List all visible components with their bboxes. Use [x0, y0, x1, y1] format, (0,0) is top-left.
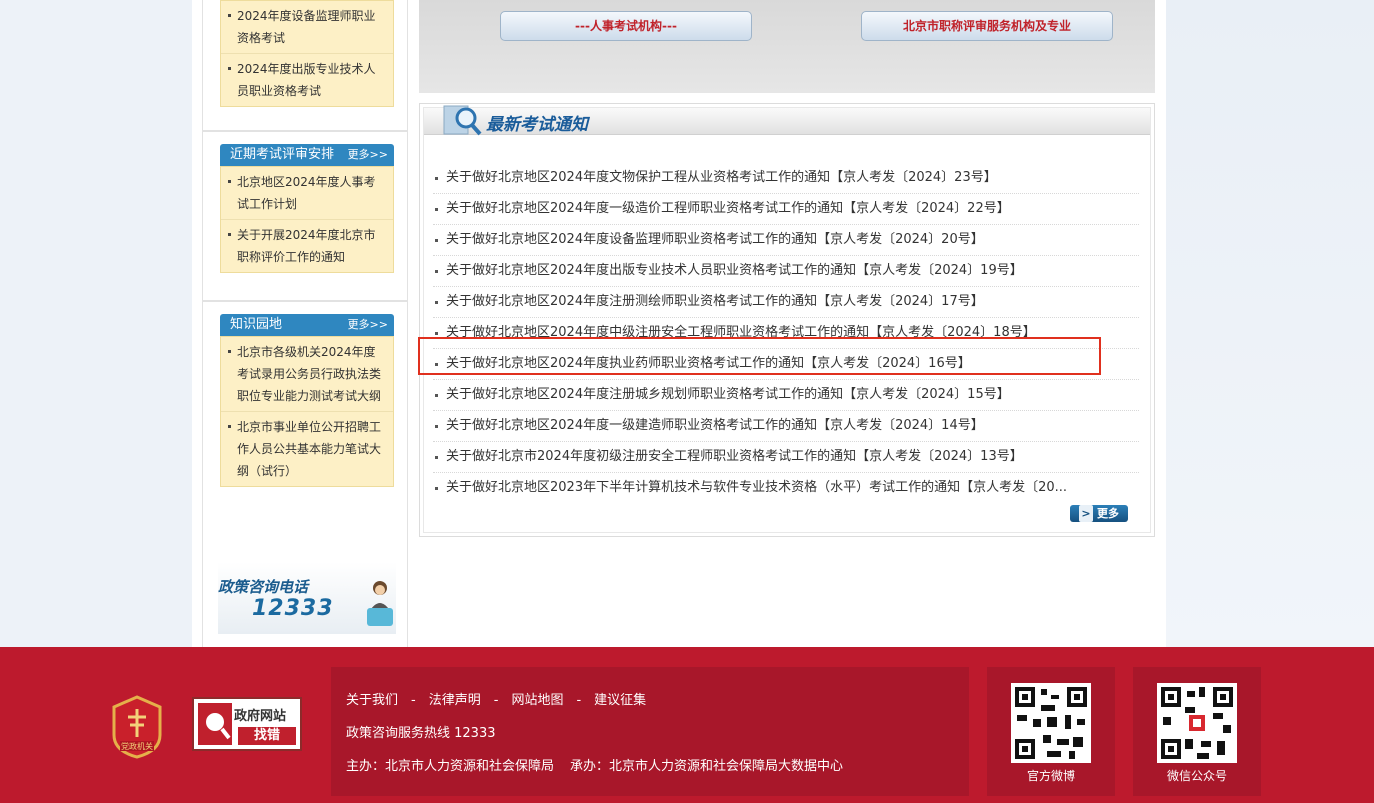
- title-review-agency-button[interactable]: 北京市职称评审服务机构及专业: [861, 11, 1113, 41]
- chevron-right-icon: >: [1079, 505, 1093, 522]
- operator-icon: [367, 581, 393, 626]
- notice-item[interactable]: 关于做好北京地区2024年度设备监理师职业资格考试工作的通知【京人考发〔2024…: [433, 225, 1139, 256]
- list-item[interactable]: 关于开展2024年度北京市职称评价工作的通知: [221, 220, 393, 272]
- list-item[interactable]: 北京市各级机关2024年度考试录用公务员行政执法类职位专业能力测试考试大纲: [221, 337, 393, 412]
- organizer-text: 承办：北京市人力资源和社会保障局大数据中心: [570, 759, 844, 774]
- notice-item[interactable]: 关于做好北京市2024年度初级注册安全工程师职业资格考试工作的通知【京人考发〔2…: [433, 442, 1139, 473]
- notice-item[interactable]: 关于做好北京地区2023年下半年计算机技术与软件专业技术资格（水平）考试工作的通…: [433, 473, 1139, 503]
- magnifier-icon: [198, 703, 232, 745]
- latest-notices-panel: 最新考试通知 关于做好北京地区2024年度文物保护工程从业资格考试工作的通知【京…: [419, 103, 1155, 537]
- magnifier-icon: [443, 105, 482, 136]
- findbug-bottom-text: 找错: [238, 727, 296, 745]
- notice-item[interactable]: 关于做好北京地区2024年度出版专业技术人员职业资格考试工作的通知【京人考发〔2…: [433, 256, 1139, 287]
- emblem-text: 党政机关: [121, 741, 153, 751]
- sitemap-link[interactable]: 网站地图: [511, 693, 563, 708]
- weibo-qr[interactable]: 官方微博: [987, 667, 1115, 796]
- notice-item[interactable]: 关于做好北京地区2024年度执业药师职业资格考试工作的通知【京人考发〔2024〕…: [433, 349, 1139, 380]
- wechat-label: 微信公众号: [1166, 769, 1227, 783]
- knowledge-header: 知识园地 更多>>: [220, 314, 394, 336]
- link-separator: -: [576, 693, 582, 708]
- notices-more-button[interactable]: > 更多: [1070, 505, 1128, 522]
- weibo-label: 官方微博: [1026, 769, 1075, 783]
- top-banner: ---人事考试机构--- 北京市职称评审服务机构及专业: [419, 0, 1155, 93]
- recent-exams-box: 近期考试评审安排 更多>> 北京地区2024年度人事考试工作计划 关于开展202…: [202, 131, 408, 301]
- host-text: 主办：北京市人力资源和社会保障局: [346, 759, 555, 774]
- link-separator: -: [411, 693, 416, 708]
- notice-item[interactable]: 关于做好北京地区2024年度注册测绘师职业资格考试工作的通知【京人考发〔2024…: [433, 287, 1139, 318]
- notices-more-label: 更多: [1097, 507, 1119, 520]
- footer: 党政机关 政府网站 找错 关于我们 - 法律声明 - 网站地图 - 建议征集 政策咨询服务热…: [0, 647, 1374, 803]
- findbug-top-text: 政府网站: [234, 709, 287, 724]
- recent-exams-header: 近期考试评审安排 更多>>: [220, 144, 394, 166]
- hr-exam-agency-button[interactable]: ---人事考试机构---: [500, 11, 752, 41]
- list-item[interactable]: 北京市事业单位公开招聘工作人员公共基本能力笔试大纲（试行）: [221, 412, 393, 486]
- wechat-qr[interactable]: 微信公众号: [1133, 667, 1261, 796]
- legal-statement-link[interactable]: 法律声明: [429, 693, 481, 708]
- footer-info: 关于我们 - 法律声明 - 网站地图 - 建议征集 政策咨询服务热线 12333 主办：北京…: [331, 667, 969, 796]
- footer-links: 关于我们 - 法律声明 - 网站地图 - 建议征集: [346, 689, 646, 708]
- policy-phone-banner[interactable]: 政策咨询电话 12333: [218, 562, 396, 634]
- notice-item[interactable]: 关于做好北京地区2024年度一级造价工程师职业资格考试工作的通知【京人考发〔20…: [433, 194, 1139, 225]
- notice-item[interactable]: 关于做好北京地区2024年度中级注册安全工程师职业资格考试工作的通知【京人考发〔…: [433, 318, 1139, 349]
- gov-site-findbug-badge[interactable]: 政府网站 找错: [192, 697, 302, 751]
- list-item[interactable]: 北京地区2024年度人事考试工作计划: [221, 167, 393, 220]
- hotline-text: 政策咨询服务热线 12333: [346, 726, 496, 741]
- party-government-emblem-icon: 党政机关: [112, 695, 162, 759]
- knowledge-title: 知识园地: [230, 317, 283, 332]
- recent-exams-more-link[interactable]: 更多>>: [348, 144, 388, 166]
- about-us-link[interactable]: 关于我们: [346, 693, 398, 708]
- left-top-box: 2024年度设备监理师职业资格考试 2024年度出版专业技术人员职业资格考试: [202, 0, 408, 131]
- latest-notices-header: 最新考试通知: [424, 105, 1150, 136]
- notice-item[interactable]: 关于做好北京地区2024年度文物保护工程从业资格考试工作的通知【京人考发〔202…: [433, 163, 1139, 194]
- notice-item[interactable]: 关于做好北京地区2024年度一级建造师职业资格考试工作的通知【京人考发〔2024…: [433, 411, 1139, 442]
- list-item[interactable]: 2024年度出版专业技术人员职业资格考试: [221, 54, 393, 106]
- recent-exams-title: 近期考试评审安排: [230, 147, 335, 162]
- qr-code-icon: [1157, 683, 1237, 763]
- link-separator: -: [493, 693, 499, 708]
- latest-notices-title: 最新考试通知: [486, 115, 588, 135]
- host-info: 主办：北京市人力资源和社会保障局 承办：北京市人力资源和社会保障局大数据中心: [346, 755, 843, 774]
- list-item[interactable]: 2024年度设备监理师职业资格考试: [221, 1, 393, 54]
- suggestions-link[interactable]: 建议征集: [594, 693, 646, 708]
- notice-item[interactable]: 关于做好北京地区2024年度注册城乡规划师职业资格考试工作的通知【京人考发〔20…: [433, 380, 1139, 411]
- policy-phone-number: 12333: [252, 596, 334, 621]
- qr-code-icon: [1011, 683, 1091, 763]
- right-background: [1166, 0, 1374, 647]
- knowledge-more-link[interactable]: 更多>>: [348, 314, 388, 336]
- policy-phone-title: 政策咨询电话: [218, 578, 309, 596]
- notice-list: 关于做好北京地区2024年度文物保护工程从业资格考试工作的通知【京人考发〔202…: [433, 163, 1139, 503]
